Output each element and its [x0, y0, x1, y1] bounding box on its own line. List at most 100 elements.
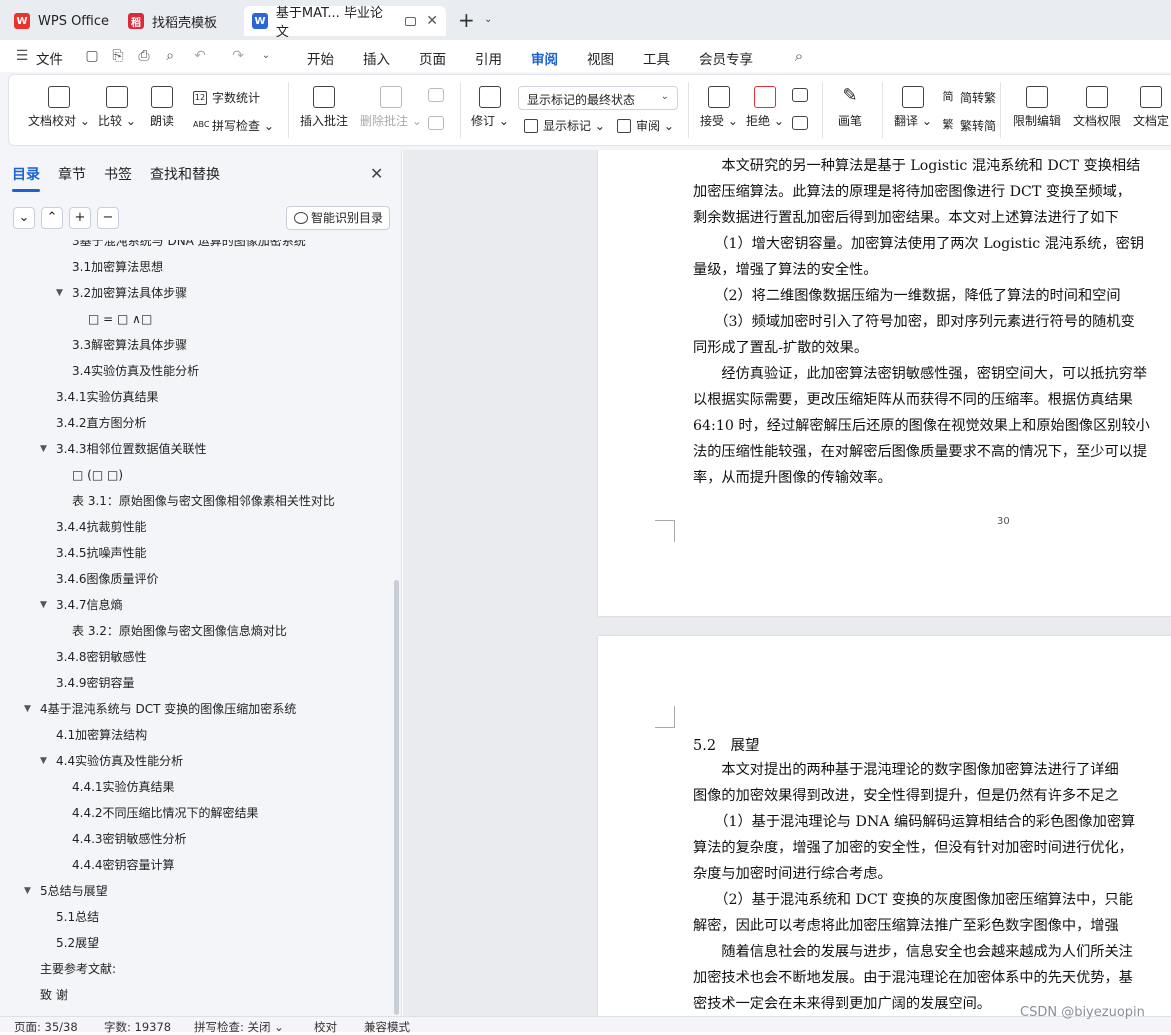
- tab-toc[interactable]: 目录: [12, 164, 40, 192]
- toc-item[interactable]: 4.4.4密钥容量计算: [72, 852, 175, 878]
- doc-permission-button[interactable]: 文档权限: [1073, 86, 1121, 129]
- chevron-down-icon[interactable]: ⌄: [258, 48, 274, 64]
- toc-item[interactable]: 表 3.1：原始图像与密文图像相邻像素相关性对比: [72, 488, 335, 514]
- toc-item[interactable]: 4.1加密算法结构: [56, 722, 147, 748]
- chevron-down-icon[interactable]: ⌄: [484, 14, 492, 25]
- toc-item[interactable]: □ = □ ∧□: [88, 306, 152, 332]
- collapse-up-button[interactable]: ⌃: [41, 207, 63, 229]
- toc-item[interactable]: 3.3解密算法具体步骤: [72, 332, 187, 358]
- proofread-indicator[interactable]: 校对: [314, 1019, 337, 1035]
- print-icon[interactable]: ⎙: [136, 48, 152, 64]
- expand-down-button[interactable]: ⌄: [13, 207, 35, 229]
- review-pane-button[interactable]: 审阅 ⌄: [617, 117, 674, 134]
- next-comment-button[interactable]: [428, 116, 444, 134]
- toc-item[interactable]: 3.4.2直方图分析: [56, 410, 147, 436]
- collapse-arrow-icon[interactable]: ▼: [24, 878, 31, 904]
- markup-state-select[interactable]: 显示标记的最终状态 ⌄: [518, 86, 678, 110]
- toc-item[interactable]: 3基于混沌系统与 DNA 运算的图像加密系统: [72, 240, 306, 254]
- tab-chapters[interactable]: 章节: [58, 164, 86, 184]
- toc-item[interactable]: 4.4.3密钥敏感性分析: [72, 826, 187, 852]
- menu-membership[interactable]: 会员专享: [699, 48, 753, 68]
- toc-item[interactable]: ▼ 3.2加密算法具体步骤: [56, 280, 187, 306]
- menu-view[interactable]: 视图: [587, 48, 614, 68]
- collapse-arrow-icon[interactable]: ▼: [40, 436, 47, 462]
- share-icon[interactable]: ⎘: [110, 48, 126, 64]
- collapse-arrow-icon[interactable]: ▼: [56, 280, 63, 306]
- nav-scrollbar[interactable]: [394, 580, 399, 1015]
- delete-comment-button[interactable]: 删除批注 ⌄: [360, 86, 422, 129]
- redo-icon[interactable]: ↷: [230, 48, 246, 64]
- smart-toc-button[interactable]: 智能识别目录: [286, 206, 390, 230]
- to-traditional-button[interactable]: 简 简转繁: [941, 89, 997, 106]
- toc-item[interactable]: 致 谢: [40, 982, 68, 1008]
- insert-comment-button[interactable]: 插入批注: [300, 86, 348, 129]
- new-tab-icon[interactable]: +: [458, 8, 475, 32]
- toc-item[interactable]: 4.4.1实验仿真结果: [72, 774, 175, 800]
- remove-toc-item-button[interactable]: −: [97, 207, 119, 229]
- toc-item[interactable]: 主要参考文献:: [40, 956, 116, 982]
- collapse-arrow-icon[interactable]: ▼: [40, 592, 47, 618]
- read-aloud-button[interactable]: 朗读: [150, 86, 174, 129]
- menu-tools[interactable]: 工具: [643, 48, 670, 68]
- tab-wps-office[interactable]: W WPS Office: [6, 6, 117, 36]
- word-count-indicator[interactable]: 字数: 19378: [104, 1019, 171, 1035]
- show-markup-button[interactable]: 显示标记 ⌄: [524, 117, 605, 134]
- toc-item[interactable]: ▼ 3.4.7信息熵: [40, 592, 123, 618]
- toc-item[interactable]: 3.1加密算法思想: [72, 254, 163, 280]
- doc-final-button[interactable]: 文档定: [1133, 86, 1169, 129]
- toc-item[interactable]: 3.4.6图像质量评价: [56, 566, 159, 592]
- toc-item[interactable]: 表 3.2：原始图像与密文图像信息熵对比: [72, 618, 287, 644]
- toc-item[interactable]: 3.4.4抗裁剪性能: [56, 514, 147, 540]
- search-icon[interactable]: ⌕: [791, 48, 807, 64]
- menu-insert[interactable]: 插入: [363, 48, 390, 68]
- next-change-button[interactable]: [792, 116, 808, 134]
- menu-home[interactable]: 开始: [307, 48, 334, 68]
- doc-check-button[interactable]: 文档校对 ⌄: [28, 86, 90, 129]
- menu-page[interactable]: 页面: [419, 48, 446, 68]
- toc-item[interactable]: □ (□ □): [72, 462, 123, 488]
- prev-comment-button[interactable]: [428, 88, 444, 106]
- close-icon[interactable]: ✕: [370, 164, 383, 183]
- undo-icon[interactable]: ↶: [192, 48, 208, 64]
- toc-item[interactable]: 5.1总结: [56, 904, 99, 930]
- toc-item[interactable]: ▼ 3.4.3相邻位置数据值关联性: [40, 436, 207, 462]
- toc-item[interactable]: 4.4.2不同压缩比情况下的解密结果: [72, 800, 259, 826]
- tab-bookmarks[interactable]: 书签: [104, 164, 132, 184]
- accept-button[interactable]: 接受 ⌄: [700, 86, 738, 129]
- toc-item[interactable]: 3.4.1实验仿真结果: [56, 384, 159, 410]
- toc-item[interactable]: 3.4实验仿真及性能分析: [72, 358, 199, 384]
- prev-change-button[interactable]: [792, 88, 808, 106]
- spell-check-indicator[interactable]: 拼写检查: 关闭 ⌄: [194, 1019, 284, 1035]
- print-preview-icon[interactable]: ⌕: [162, 48, 178, 64]
- toc-item[interactable]: ▼ 5总结与展望: [24, 878, 108, 904]
- word-count-button[interactable]: 12 字数统计: [193, 89, 260, 106]
- add-toc-item-button[interactable]: +: [69, 207, 91, 229]
- tab-find-replace[interactable]: 查找和替换: [150, 164, 220, 184]
- menu-file[interactable]: 文件: [36, 48, 63, 68]
- collapse-arrow-icon[interactable]: ▼: [24, 696, 31, 722]
- pen-button[interactable]: ✎ 画笔: [838, 86, 862, 129]
- page-indicator[interactable]: 页面: 35/38: [14, 1019, 78, 1035]
- toc-item[interactable]: 3.4.8密钥敏感性: [56, 644, 147, 670]
- collapse-arrow-icon[interactable]: ▼: [40, 748, 47, 774]
- menu-review[interactable]: 审阅: [531, 48, 558, 75]
- translate-button[interactable]: 翻译 ⌄: [894, 86, 932, 129]
- compare-button[interactable]: 比较 ⌄: [98, 86, 136, 129]
- reject-button[interactable]: 拒绝 ⌄: [746, 86, 784, 129]
- window-mode-icon[interactable]: [405, 16, 417, 26]
- section-heading[interactable]: 5.2 展望: [693, 734, 760, 755]
- spell-check-button[interactable]: ABC 拼写检查 ⌄: [193, 117, 274, 134]
- toc-item[interactable]: 5.2展望: [56, 930, 99, 956]
- toc-item[interactable]: 3.4.9密钥容量: [56, 670, 135, 696]
- restrict-edit-button[interactable]: 限制编辑: [1013, 86, 1061, 129]
- toc-item[interactable]: ▼ 4.4实验仿真及性能分析: [40, 748, 183, 774]
- menu-reference[interactable]: 引用: [475, 48, 502, 68]
- tab-document[interactable]: W 基于MAT... 毕业论文 ✕: [244, 6, 446, 40]
- toc-item[interactable]: 3.4.5抗噪声性能: [56, 540, 147, 566]
- hamburger-icon[interactable]: ☰: [14, 48, 30, 64]
- close-tab-icon[interactable]: ✕: [426, 13, 438, 29]
- tab-template[interactable]: 稻 找稻壳模板: [120, 6, 225, 36]
- to-simplified-button[interactable]: 繁 繁转简: [941, 117, 997, 134]
- save-icon[interactable]: ▢: [84, 48, 100, 64]
- toc-item[interactable]: ▼ 4基于混沌系统与 DCT 变换的图像压缩加密系统: [24, 696, 296, 722]
